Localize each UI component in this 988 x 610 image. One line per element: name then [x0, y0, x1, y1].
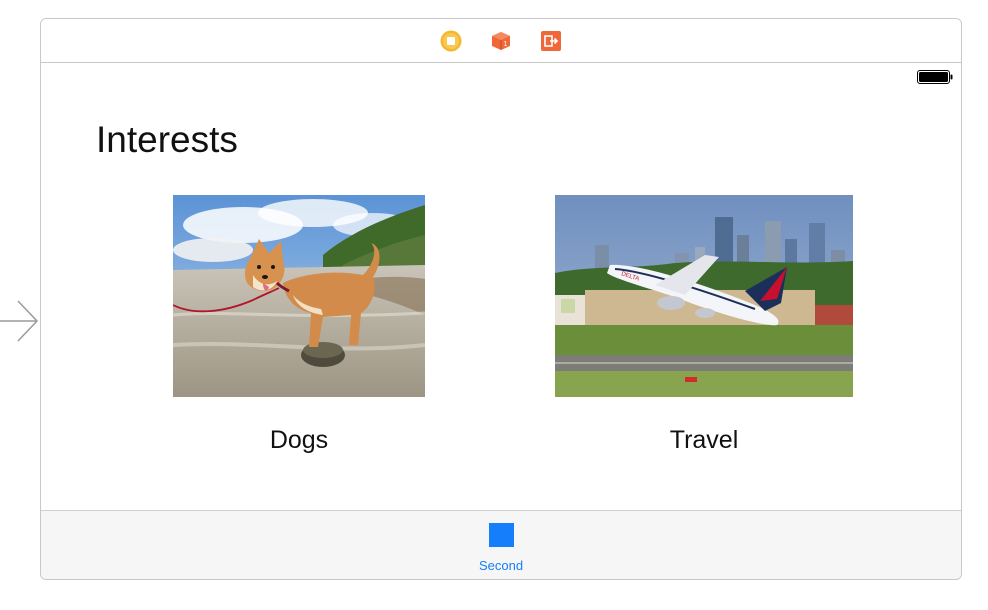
travel-image[interactable]: DELTA [555, 195, 853, 397]
view-controller-icon[interactable] [440, 30, 462, 52]
tab-second-label: Second [478, 558, 524, 573]
dogs-image[interactable] [173, 195, 425, 397]
view-controller-scene[interactable]: 1 Interests DELTA Dogs Travel Second [40, 18, 962, 580]
dogs-label: Dogs [269, 426, 329, 454]
status-bar [41, 63, 961, 89]
page-title: Interests [96, 119, 238, 160]
svg-text:1: 1 [504, 41, 508, 48]
tab-second[interactable]: Second [466, 511, 536, 579]
first-responder-icon[interactable]: 1 [490, 30, 512, 52]
entry-point-arrow-icon[interactable] [0, 298, 40, 344]
square-icon [489, 523, 514, 547]
scene-dock: 1 [41, 19, 961, 63]
tab-bar: Second [41, 510, 961, 579]
storyboard-canvas: 1 Interests DELTA Dogs Travel Second [0, 0, 988, 610]
travel-label: Travel [669, 426, 739, 454]
battery-icon [917, 70, 953, 84]
exit-icon[interactable] [540, 30, 562, 52]
